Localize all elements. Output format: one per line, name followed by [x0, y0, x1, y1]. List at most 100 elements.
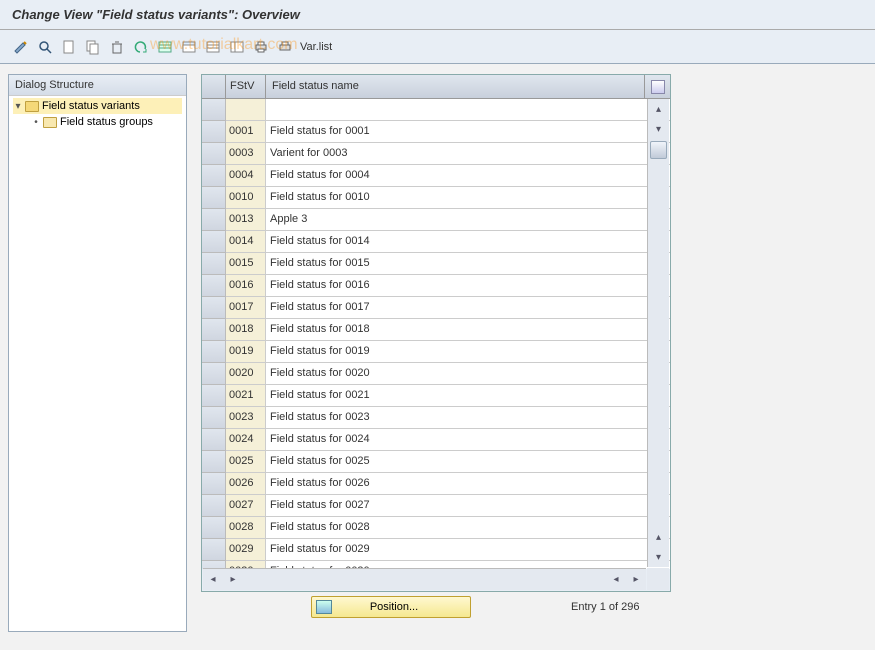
column-field-status-name[interactable]: Field status name: [266, 75, 644, 98]
toggle-display-change-icon[interactable]: [10, 36, 32, 58]
cell-name[interactable]: Field status for 0028: [266, 517, 670, 539]
cell-name[interactable]: Field status for 0026: [266, 473, 670, 495]
tree-item-field-status-groups[interactable]: • Field status groups: [31, 114, 182, 130]
cell-name[interactable]: Field status for 0029: [266, 539, 670, 561]
cell-fstv[interactable]: 0013: [226, 209, 266, 231]
scroll-up-icon[interactable]: ▾: [648, 119, 669, 139]
tree-collapse-icon[interactable]: ▾: [13, 101, 23, 112]
scroll-left-icon[interactable]: ▸: [223, 570, 243, 590]
new-entries-icon[interactable]: [58, 36, 80, 58]
vertical-scrollbar[interactable]: ▴ ▾ ▴ ▾: [647, 99, 669, 567]
cell-fstv[interactable]: 0003: [226, 143, 266, 165]
table-row[interactable]: 0017Field status for 0017: [202, 297, 670, 319]
print-icon[interactable]: [250, 36, 272, 58]
cell-name[interactable]: Varient for 0003: [266, 143, 670, 165]
cell-fstv[interactable]: 0024: [226, 429, 266, 451]
cell-name[interactable]: Field status for 0021: [266, 385, 670, 407]
column-fstv[interactable]: FStV: [226, 75, 266, 98]
row-selector[interactable]: [202, 121, 226, 143]
row-selector[interactable]: [202, 187, 226, 209]
scroll-left-first-icon[interactable]: ◂: [203, 570, 223, 590]
table-settings-button[interactable]: [644, 75, 670, 98]
table-row[interactable]: 0021Field status for 0021: [202, 385, 670, 407]
row-selector[interactable]: [202, 319, 226, 341]
cell-name[interactable]: Field status for 0027: [266, 495, 670, 517]
scroll-thumb[interactable]: [650, 141, 667, 159]
column-selector[interactable]: [202, 75, 226, 98]
table-row[interactable]: 0028Field status for 0028: [202, 517, 670, 539]
cell-fstv[interactable]: 0017: [226, 297, 266, 319]
select-block-icon[interactable]: [178, 36, 200, 58]
cell-fstv[interactable]: 0001: [226, 121, 266, 143]
row-selector[interactable]: [202, 143, 226, 165]
cell-name[interactable]: Field status for 0016: [266, 275, 670, 297]
row-selector[interactable]: [202, 363, 226, 385]
cell-name[interactable]: Field status for 0020: [266, 363, 670, 385]
table-row[interactable]: 0025Field status for 0025: [202, 451, 670, 473]
table-row[interactable]: 0015Field status for 0015: [202, 253, 670, 275]
cell-fstv[interactable]: 0029: [226, 539, 266, 561]
cell-fstv[interactable]: 0027: [226, 495, 266, 517]
table-row[interactable]: 0003Varient for 0003: [202, 143, 670, 165]
row-selector[interactable]: [202, 209, 226, 231]
table-row[interactable]: 0023Field status for 0023: [202, 407, 670, 429]
table-row[interactable]: 0014Field status for 0014: [202, 231, 670, 253]
table-row[interactable]: 0019Field status for 0019: [202, 341, 670, 363]
delete-icon[interactable]: [106, 36, 128, 58]
position-button[interactable]: Position...: [311, 596, 471, 618]
table-row[interactable]: 0026Field status for 0026: [202, 473, 670, 495]
row-selector[interactable]: [202, 517, 226, 539]
varlist-label[interactable]: Var.list: [300, 41, 332, 53]
row-selector[interactable]: [202, 385, 226, 407]
table-row[interactable]: 0010Field status for 0010: [202, 187, 670, 209]
cell-name[interactable]: Field status for 0004: [266, 165, 670, 187]
deselect-all-icon[interactable]: [202, 36, 224, 58]
table-row[interactable]: 0016Field status for 0016: [202, 275, 670, 297]
cell-name[interactable]: Field status for 0025: [266, 451, 670, 473]
cell-fstv[interactable]: 0018: [226, 319, 266, 341]
table-row[interactable]: 0024Field status for 0024: [202, 429, 670, 451]
horizontal-scrollbar[interactable]: ◂ ▸ ◂ ▸: [203, 568, 646, 590]
row-selector[interactable]: [202, 473, 226, 495]
varlist-icon[interactable]: [274, 36, 296, 58]
scroll-right-icon[interactable]: ◂: [606, 570, 626, 590]
cell-fstv[interactable]: 0020: [226, 363, 266, 385]
row-selector[interactable]: [202, 231, 226, 253]
row-selector[interactable]: [202, 341, 226, 363]
details-icon[interactable]: [34, 36, 56, 58]
row-selector[interactable]: [202, 539, 226, 561]
cell-name[interactable]: Field status for 0017: [266, 297, 670, 319]
cell-name[interactable]: [266, 99, 670, 121]
cell-fstv[interactable]: 0004: [226, 165, 266, 187]
cell-name[interactable]: Field status for 0024: [266, 429, 670, 451]
row-selector[interactable]: [202, 253, 226, 275]
row-selector[interactable]: [202, 451, 226, 473]
scroll-first-icon[interactable]: ▴: [648, 99, 669, 119]
cell-name[interactable]: Apple 3: [266, 209, 670, 231]
table-row[interactable]: 0004Field status for 0004: [202, 165, 670, 187]
select-all-icon[interactable]: [154, 36, 176, 58]
cell-name[interactable]: Field status for 0015: [266, 253, 670, 275]
cell-name[interactable]: Field status for 0023: [266, 407, 670, 429]
scroll-down-icon[interactable]: ▴: [648, 527, 669, 547]
cell-fstv[interactable]: 0023: [226, 407, 266, 429]
row-selector[interactable]: [202, 297, 226, 319]
cell-fstv[interactable]: 0014: [226, 231, 266, 253]
row-selector[interactable]: [202, 165, 226, 187]
table-row[interactable]: 0029Field status for 0029: [202, 539, 670, 561]
row-selector[interactable]: [202, 275, 226, 297]
cell-name[interactable]: Field status for 0018: [266, 319, 670, 341]
table-row[interactable]: 0013Apple 3: [202, 209, 670, 231]
row-selector[interactable]: [202, 99, 226, 121]
cell-fstv[interactable]: 0019: [226, 341, 266, 363]
cell-fstv[interactable]: 0028: [226, 517, 266, 539]
cell-fstv[interactable]: 0021: [226, 385, 266, 407]
row-selector[interactable]: [202, 495, 226, 517]
cell-name[interactable]: Field status for 0019: [266, 341, 670, 363]
table-row[interactable]: 0018Field status for 0018: [202, 319, 670, 341]
configure-icon[interactable]: [226, 36, 248, 58]
copy-icon[interactable]: [82, 36, 104, 58]
undo-icon[interactable]: [130, 36, 152, 58]
cell-fstv[interactable]: 0026: [226, 473, 266, 495]
cell-fstv[interactable]: 0016: [226, 275, 266, 297]
